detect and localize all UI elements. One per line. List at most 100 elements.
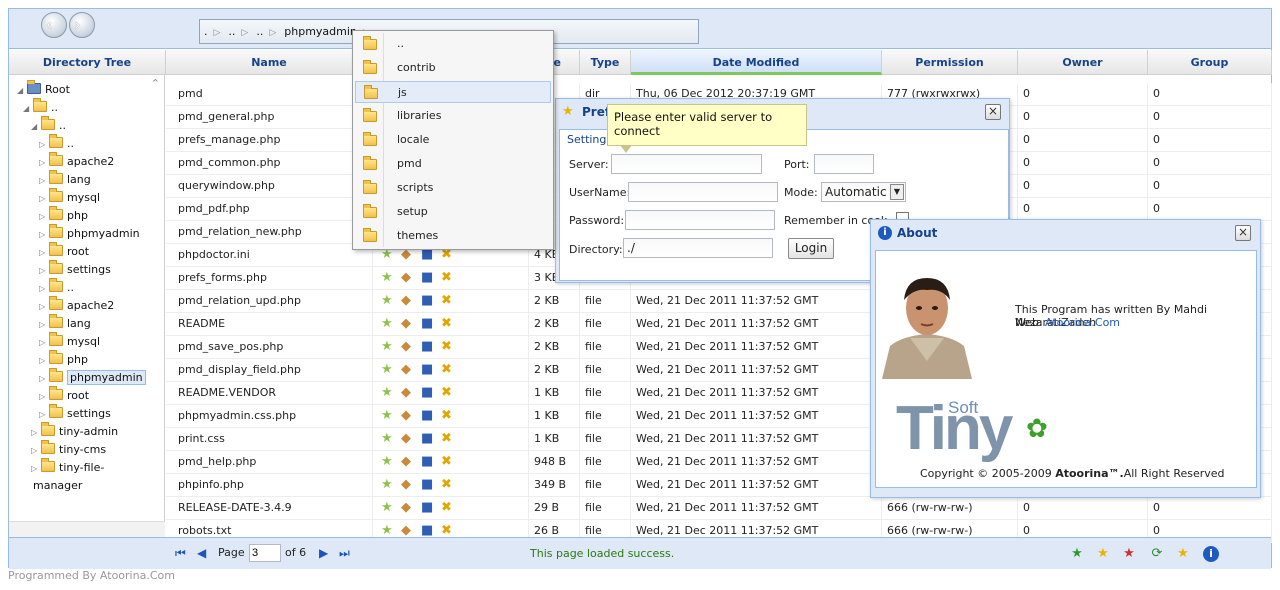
header-permission[interactable]: Permission — [882, 50, 1018, 75]
refresh-icon[interactable]: ⟳ — [1149, 546, 1165, 562]
save-icon[interactable]: ■ — [421, 455, 435, 469]
expand-toggle-icon[interactable]: ▷ — [39, 226, 49, 244]
download-icon[interactable]: ◆ — [401, 271, 415, 285]
folder-menu-item[interactable]: scripts — [355, 177, 551, 199]
add-favorite-icon[interactable]: ★ — [381, 248, 395, 262]
tree-node[interactable]: ▷ apache2 — [39, 152, 114, 172]
tree-node[interactable]: ▷ lang — [39, 314, 91, 333]
save-icon[interactable]: ■ — [421, 501, 435, 515]
expand-toggle-icon[interactable]: ▷ — [39, 190, 49, 208]
next-page-button[interactable]: ▶ — [319, 546, 328, 560]
expand-toggle-icon[interactable]: ▷ — [31, 460, 41, 478]
expand-toggle-icon[interactable]: ▷ — [39, 280, 49, 298]
expand-toggle-icon[interactable]: ▷ — [39, 154, 49, 172]
folder-menu-item[interactable]: setup — [355, 201, 551, 223]
prev-page-button[interactable]: ◀ — [197, 546, 206, 560]
expand-toggle-icon[interactable]: ▷ — [39, 370, 49, 388]
directory-input[interactable]: ./ — [623, 238, 773, 258]
expand-toggle-icon[interactable]: ▷ — [39, 208, 49, 226]
folder-menu-item[interactable]: themes — [355, 225, 551, 247]
about-icon[interactable]: i — [1203, 546, 1219, 562]
download-icon[interactable]: ◆ — [401, 524, 415, 538]
delete-icon[interactable]: ✖ — [441, 455, 455, 469]
download-icon[interactable]: ◆ — [401, 386, 415, 400]
add-favorite-icon[interactable]: ★ — [381, 294, 395, 308]
save-icon[interactable]: ■ — [421, 524, 435, 538]
delete-icon[interactable]: ✖ — [441, 294, 455, 308]
download-icon[interactable]: ◆ — [401, 248, 415, 262]
delete-icon[interactable]: ✖ — [441, 478, 455, 492]
delete-icon[interactable]: ✖ — [441, 409, 455, 423]
expand-toggle-icon[interactable]: ▷ — [39, 172, 49, 190]
delete-icon[interactable]: ✖ — [441, 524, 455, 538]
download-icon[interactable]: ◆ — [401, 432, 415, 446]
delete-icon[interactable]: ✖ — [441, 501, 455, 515]
download-icon[interactable]: ◆ — [401, 455, 415, 469]
expand-toggle-icon[interactable]: ▷ — [39, 136, 49, 154]
back-button[interactable]: ‹ — [41, 12, 67, 38]
expand-toggle-icon[interactable]: ▷ — [39, 244, 49, 262]
tree-node[interactable]: ◢.. — [23, 98, 58, 118]
download-icon[interactable]: ◆ — [401, 478, 415, 492]
save-icon[interactable]: ■ — [421, 271, 435, 285]
add-favorite-icon[interactable]: ★ — [381, 386, 395, 400]
file-row[interactable]: RELEASE-DATE-3.4.9 ★ ◆ ■ ✖ 29 Bfile Wed, 21 De… — [166, 497, 1272, 520]
tree-node[interactable]: ◢ Root — [17, 80, 70, 99]
download-icon[interactable]: ◆ — [401, 409, 415, 423]
tree-horizontal-scrollbar[interactable] — [9, 521, 165, 537]
port-input[interactable] — [814, 154, 874, 174]
delete-icon[interactable]: ✖ — [441, 432, 455, 446]
folder-menu-item[interactable]: locale — [355, 129, 551, 151]
add-favorite-icon[interactable]: ★ — [381, 501, 395, 515]
header-type[interactable]: Type — [580, 50, 631, 75]
tree-node[interactable]: ▷ settings — [39, 260, 111, 279]
add-favorite-icon[interactable]: ★ — [381, 409, 395, 423]
save-icon[interactable]: ■ — [421, 409, 435, 423]
add-favorite-icon[interactable]: ★ — [381, 524, 395, 538]
tree-node[interactable]: ▷ tiny-file- — [31, 458, 104, 478]
delete-icon[interactable]: ✖ — [441, 248, 455, 262]
folder-menu-item[interactable]: libraries — [355, 105, 551, 127]
tree-node[interactable]: ▷ tiny-admin — [31, 422, 118, 442]
folder-menu-item[interactable]: .. — [355, 33, 551, 55]
add-favorite-icon[interactable]: ★ — [381, 317, 395, 331]
download-icon[interactable]: ◆ — [401, 501, 415, 515]
username-input[interactable] — [628, 182, 778, 202]
about-close-button[interactable]: × — [1235, 225, 1251, 241]
expand-toggle-icon[interactable]: ▷ — [31, 424, 41, 442]
first-page-button[interactable]: ⏮ — [175, 546, 186, 561]
expand-toggle-icon[interactable]: ▷ — [39, 334, 49, 352]
save-icon[interactable]: ■ — [421, 386, 435, 400]
forward-button[interactable]: › — [69, 12, 95, 38]
tree-node[interactable]: ▷ mysql — [39, 188, 100, 208]
tree-node[interactable]: ▷ apache2 — [39, 296, 114, 315]
folder-menu-item[interactable]: contrib — [355, 57, 551, 79]
expand-toggle-icon[interactable]: ▷ — [31, 442, 41, 460]
delete-icon[interactable]: ★ — [1121, 546, 1137, 562]
save-icon[interactable]: ■ — [421, 340, 435, 354]
tree-node[interactable]: ▷ phpmyadmin — [39, 224, 140, 244]
save-icon[interactable]: ■ — [421, 432, 435, 446]
tree-node[interactable]: ▷.. — [39, 134, 74, 154]
folder-menu-item[interactable]: js — [355, 81, 551, 103]
delete-icon[interactable]: ✖ — [441, 363, 455, 377]
save-icon[interactable]: ■ — [421, 478, 435, 492]
new-file-icon[interactable]: ★ — [1069, 546, 1085, 562]
new-folder-icon[interactable]: ★ — [1095, 546, 1111, 562]
tree-node[interactable]: ▷ settings — [39, 404, 111, 423]
tree-node[interactable]: ▷ lang — [39, 170, 91, 190]
breadcrumb-item[interactable]: . ▷ — [200, 20, 224, 43]
breadcrumb-item[interactable]: .. ▷ — [252, 20, 280, 43]
download-icon[interactable]: ◆ — [401, 294, 415, 308]
server-input[interactable] — [611, 154, 762, 174]
tree-node[interactable]: ◢.. — [31, 116, 66, 135]
page-number-input[interactable] — [249, 544, 281, 562]
preferences-close-button[interactable]: × — [985, 104, 1001, 120]
tree-node[interactable]: ▷ phpmyadmin — [39, 368, 146, 388]
download-icon[interactable]: ◆ — [401, 363, 415, 377]
header-name[interactable]: Name — [166, 50, 373, 75]
expand-toggle-icon[interactable]: ◢ — [23, 100, 33, 118]
save-icon[interactable]: ■ — [421, 363, 435, 377]
tree-node[interactable]: ▷ php — [39, 350, 88, 369]
tree-node[interactable]: manager — [23, 477, 82, 495]
